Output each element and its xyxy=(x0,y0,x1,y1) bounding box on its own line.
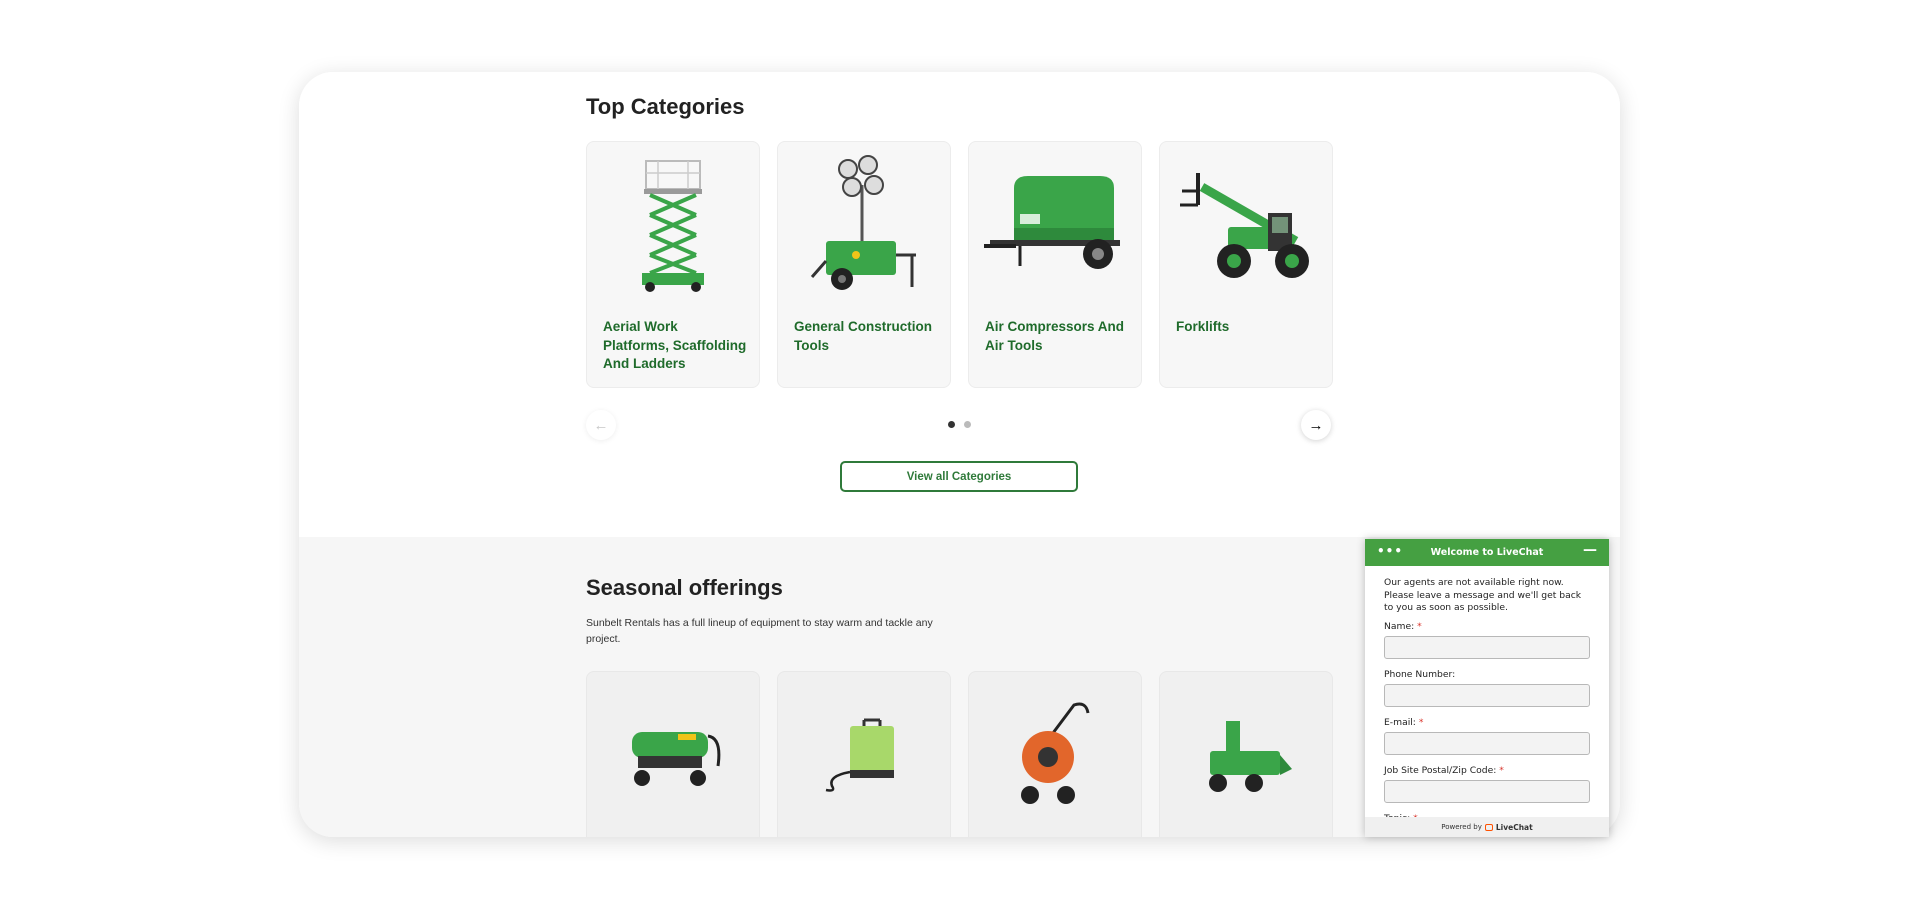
forced-air-heater-icon xyxy=(632,732,721,786)
view-all-categories-button[interactable]: View all Categories xyxy=(840,461,1078,492)
category-card-aerial[interactable]: Aerial Work Platforms, Scaffolding And L… xyxy=(586,141,760,388)
carousel-next-button[interactable]: → xyxy=(1301,410,1331,440)
category-card-general-construction[interactable]: General Construction Tools xyxy=(777,141,951,388)
light-tower-icon xyxy=(810,155,916,290)
telehandler-forklift-icon xyxy=(1180,173,1309,278)
livechat-form: Our agents are not available right now. … xyxy=(1365,566,1609,824)
top-categories-section: Top Categories Aerial Work Platforms, Sc… xyxy=(299,72,1620,537)
seasonal-card-blower[interactable] xyxy=(968,671,1142,837)
more-options-icon[interactable]: ••• xyxy=(1377,544,1403,558)
scissor-lift-icon xyxy=(642,160,704,292)
category-label: General Construction Tools xyxy=(794,319,933,353)
arrow-left-icon: ← xyxy=(593,416,609,434)
minimize-icon[interactable]: — xyxy=(1583,542,1597,558)
seasonal-card-electric-heater[interactable] xyxy=(777,671,951,837)
livechat-logo-icon xyxy=(1484,823,1493,831)
name-field[interactable] xyxy=(1384,635,1590,659)
livechat-header: ••• Welcome to LiveChat — xyxy=(1365,539,1609,566)
top-categories-heading: Top Categories xyxy=(586,94,745,119)
livechat-widget: ••• Welcome to LiveChat — Our agents are… xyxy=(1365,539,1609,837)
carousel-dot-1[interactable] xyxy=(948,421,955,428)
arrow-right-icon: → xyxy=(1308,416,1324,434)
category-label: Air Compressors And Air Tools xyxy=(985,319,1125,353)
name-label: Name: * xyxy=(1384,620,1422,632)
seasonal-card-heater[interactable] xyxy=(586,671,760,837)
wood-chipper-icon xyxy=(1209,721,1292,792)
seasonal-heading: Seasonal offerings xyxy=(586,575,783,600)
category-label: Forklifts xyxy=(1176,319,1230,334)
carousel-dot-2[interactable] xyxy=(964,421,971,428)
electric-heater-icon xyxy=(825,718,894,792)
air-compressor-icon xyxy=(984,176,1120,269)
seasonal-card-chipper[interactable] xyxy=(1159,671,1333,837)
category-label: Aerial Work Platforms, Scaffolding And L… xyxy=(603,319,747,371)
phone-label: Phone Number: xyxy=(1384,668,1456,680)
livechat-brand: LiveChat xyxy=(1495,822,1533,832)
category-card-air-compressors[interactable]: Air Compressors And Air Tools xyxy=(968,141,1142,388)
seasonal-description: Sunbelt Rentals has a full lineup of equ… xyxy=(586,617,933,645)
phone-field[interactable] xyxy=(1384,683,1590,707)
walk-behind-blower-icon xyxy=(1021,702,1090,804)
zip-code-field[interactable] xyxy=(1384,779,1590,803)
carousel-prev-button[interactable]: ← xyxy=(586,410,616,440)
livechat-title: Welcome to LiveChat xyxy=(1430,547,1544,558)
zip-code-label: Job Site Postal/Zip Code: * xyxy=(1384,764,1504,776)
email-field[interactable] xyxy=(1384,731,1590,755)
livechat-message: Our agents are not available right now. … xyxy=(1384,577,1582,613)
livechat-footer: Powered by LiveChat xyxy=(1365,817,1609,837)
category-card-forklifts[interactable]: Forklifts xyxy=(1159,141,1333,388)
email-label: E-mail: * xyxy=(1384,716,1424,728)
powered-by-text: Powered by xyxy=(1441,823,1482,831)
